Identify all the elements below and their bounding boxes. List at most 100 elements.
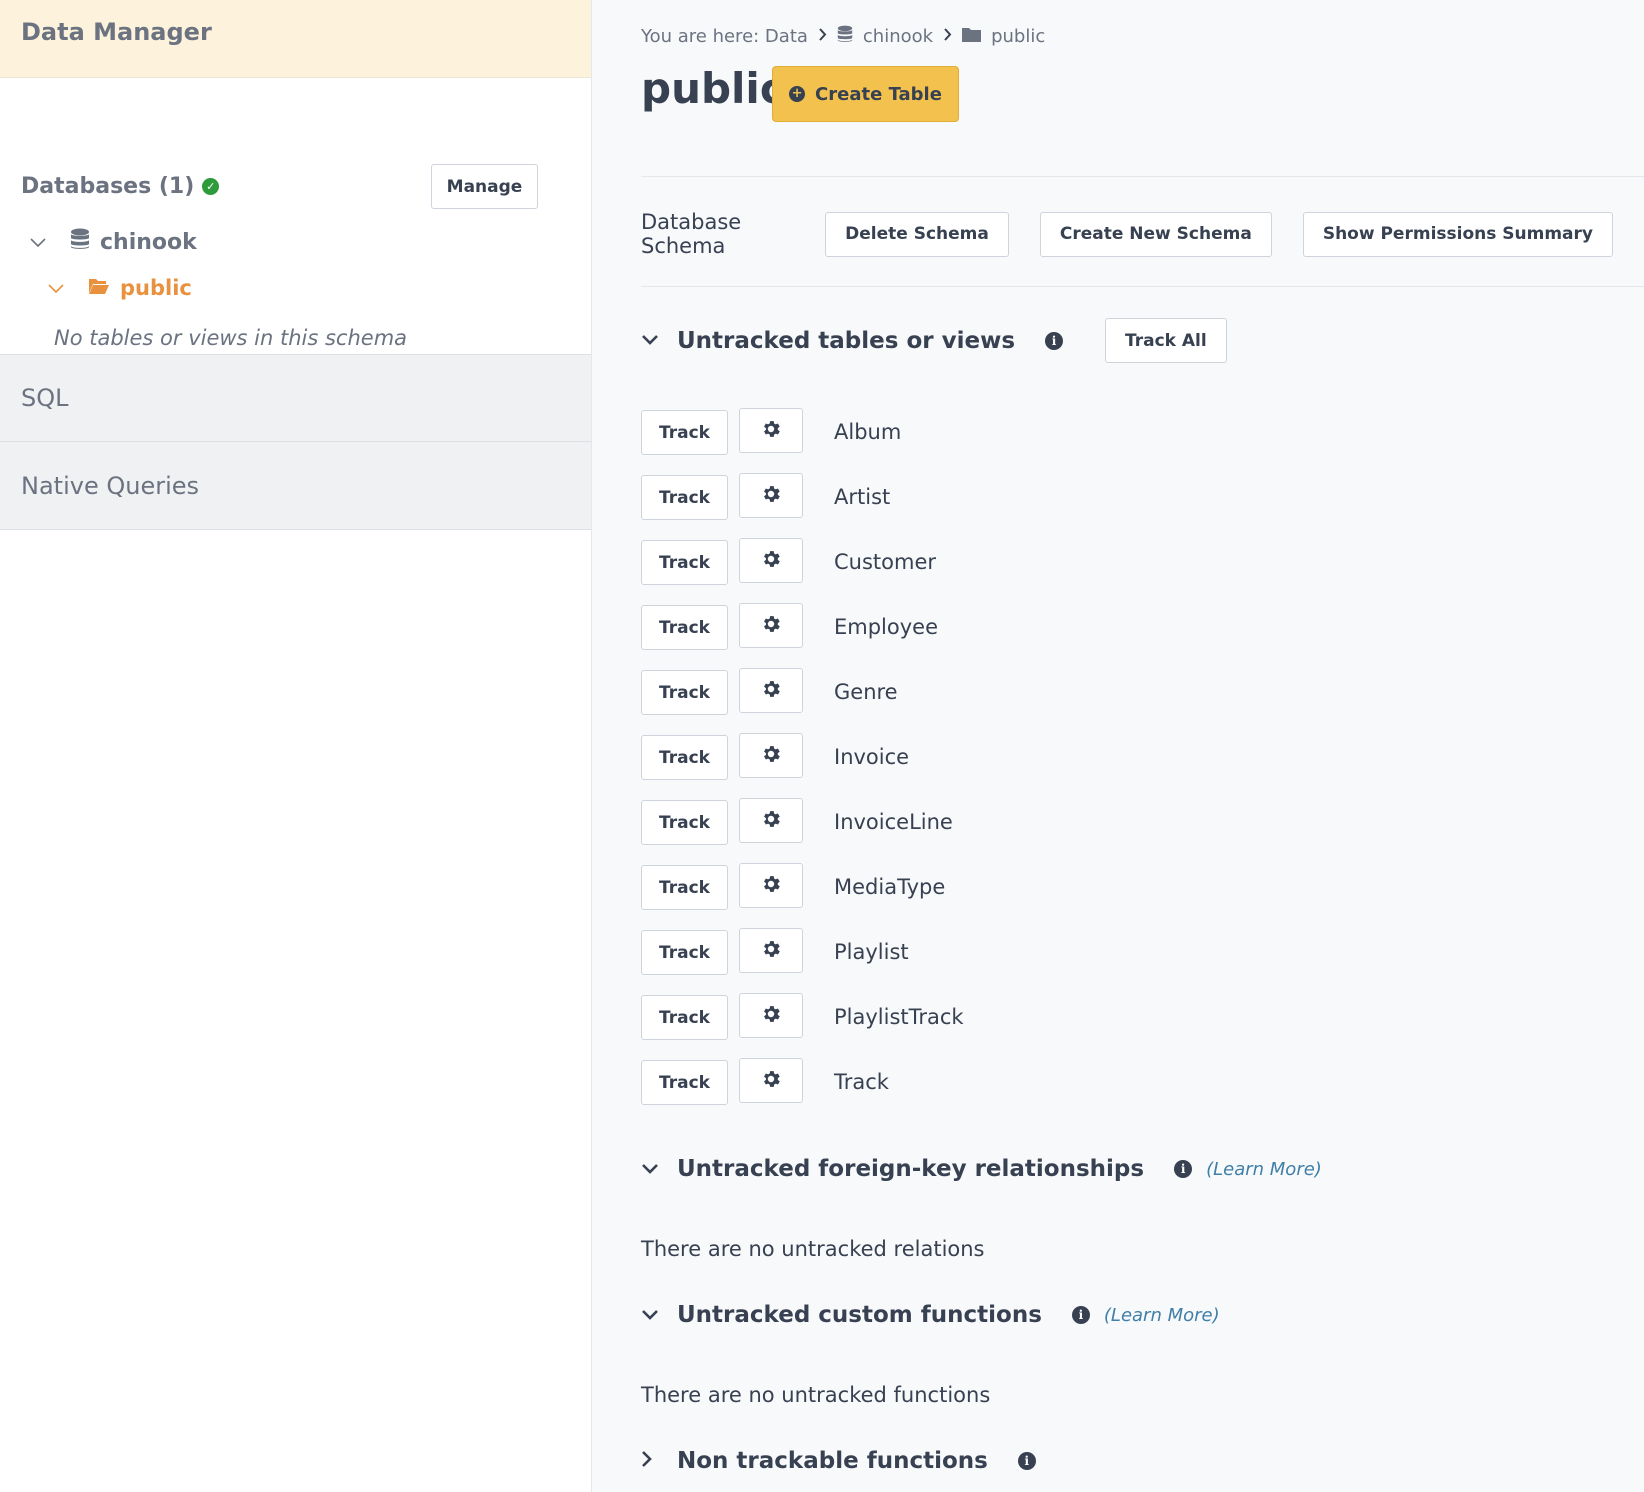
track-button[interactable]: Track bbox=[641, 735, 728, 780]
learn-more-link[interactable]: (Learn More) bbox=[1104, 1305, 1220, 1326]
track-button[interactable]: Track bbox=[641, 475, 728, 520]
table-name: Album bbox=[834, 420, 902, 444]
table-name: PlaylistTrack bbox=[834, 1005, 964, 1029]
chevron-down-icon[interactable] bbox=[641, 1305, 677, 1326]
plus-circle-icon: + bbox=[789, 86, 806, 102]
track-all-button[interactable]: Track All bbox=[1105, 318, 1227, 363]
table-row: Track Artist bbox=[641, 473, 964, 538]
track-button[interactable]: Track bbox=[641, 800, 728, 845]
gear-icon bbox=[760, 938, 782, 964]
table-row: Track Playlist bbox=[641, 928, 964, 993]
breadcrumb-data[interactable]: You are here: Data bbox=[641, 26, 808, 47]
database-icon bbox=[70, 228, 90, 256]
table-row: Track MediaType bbox=[641, 863, 964, 928]
delete-schema-button[interactable]: Delete Schema bbox=[825, 211, 1009, 257]
track-button[interactable]: Track bbox=[641, 930, 728, 975]
sidebar-native-queries[interactable]: Native Queries bbox=[0, 442, 591, 530]
table-name: MediaType bbox=[834, 875, 946, 899]
check-circle-icon: ✓ bbox=[202, 178, 220, 195]
gear-icon bbox=[760, 1068, 782, 1094]
create-new-schema-button[interactable]: Create New Schema bbox=[1039, 211, 1272, 257]
no-untracked-functions-message: There are no untracked functions bbox=[641, 1383, 991, 1407]
chevron-right-icon[interactable] bbox=[641, 1450, 677, 1473]
table-settings-button[interactable] bbox=[739, 668, 803, 713]
chevron-down-icon[interactable] bbox=[48, 278, 78, 299]
table-name: Employee bbox=[834, 615, 939, 639]
no-untracked-relations-message: There are no untracked relations bbox=[641, 1237, 985, 1261]
sidebar-sql[interactable]: SQL bbox=[0, 354, 591, 442]
breadcrumb: You are here: Data chinook public bbox=[641, 25, 1045, 48]
info-icon[interactable]: i bbox=[1174, 1160, 1193, 1178]
manage-button[interactable]: Manage bbox=[431, 164, 538, 209]
table-row: Track Customer bbox=[641, 538, 964, 603]
chevron-right-icon bbox=[818, 28, 827, 45]
untracked-tables-header: Untracked tables or views i Track All bbox=[641, 318, 1227, 363]
sidebar-title: Data Manager bbox=[21, 18, 212, 46]
table-settings-button[interactable] bbox=[739, 928, 803, 973]
track-button[interactable]: Track bbox=[641, 410, 728, 455]
gear-icon bbox=[760, 548, 782, 574]
breadcrumb-schema: public bbox=[991, 26, 1046, 47]
gear-icon bbox=[760, 1003, 782, 1029]
table-name: Playlist bbox=[834, 940, 909, 964]
track-button[interactable]: Track bbox=[641, 605, 728, 650]
non-trackable-functions-title[interactable]: Non trackable functions bbox=[677, 1448, 988, 1474]
track-button[interactable]: Track bbox=[641, 670, 728, 715]
empty-schema-note: No tables or views in this schema bbox=[54, 326, 408, 350]
chevron-down-icon[interactable] bbox=[641, 1159, 677, 1180]
breadcrumb-database[interactable]: chinook bbox=[863, 26, 933, 47]
track-button[interactable]: Track bbox=[641, 1060, 728, 1105]
table-name: Customer bbox=[834, 550, 937, 574]
table-settings-button[interactable] bbox=[739, 603, 803, 648]
table-settings-button[interactable] bbox=[739, 798, 803, 843]
table-settings-button[interactable] bbox=[739, 733, 803, 778]
table-row: Track Invoice bbox=[641, 733, 964, 798]
table-settings-button[interactable] bbox=[739, 408, 803, 453]
untracked-tables-list: Track Album Track Artist Track Customer Track E… bbox=[641, 408, 964, 1123]
table-settings-button[interactable] bbox=[739, 1058, 803, 1103]
table-name: Genre bbox=[834, 680, 898, 704]
chevron-down-icon[interactable] bbox=[641, 330, 677, 351]
untracked-tables-title[interactable]: Untracked tables or views bbox=[677, 328, 1015, 354]
database-schema-label: Database Schema bbox=[641, 210, 742, 258]
gear-icon bbox=[760, 743, 782, 769]
tree-item-database[interactable]: chinook bbox=[30, 228, 197, 256]
sidebar-header: Data Manager bbox=[0, 0, 591, 78]
info-icon[interactable]: i bbox=[1017, 1452, 1036, 1470]
table-settings-button[interactable] bbox=[739, 473, 803, 518]
divider bbox=[641, 286, 1644, 287]
track-button[interactable]: Track bbox=[641, 995, 728, 1040]
sidebar: Data Manager Databases (1) ✓ Manage chin… bbox=[0, 0, 592, 1492]
divider bbox=[641, 176, 1644, 177]
untracked-relationships-title[interactable]: Untracked foreign-key relationships bbox=[677, 1156, 1144, 1182]
table-settings-button[interactable] bbox=[739, 538, 803, 583]
create-table-button[interactable]: + Create Table bbox=[772, 66, 959, 122]
untracked-functions-title[interactable]: Untracked custom functions bbox=[677, 1302, 1042, 1328]
table-settings-button[interactable] bbox=[739, 993, 803, 1038]
gear-icon bbox=[760, 873, 782, 899]
info-icon[interactable]: i bbox=[1071, 1306, 1090, 1324]
databases-section: Databases (1) ✓ Manage chinook public No… bbox=[0, 78, 591, 354]
schema-name: public bbox=[120, 276, 192, 300]
gear-icon bbox=[760, 418, 782, 444]
table-row: Track InvoiceLine bbox=[641, 798, 964, 863]
learn-more-link[interactable]: (Learn More) bbox=[1206, 1159, 1322, 1180]
table-row: Track Album bbox=[641, 408, 964, 473]
databases-heading: Databases (1) ✓ bbox=[21, 174, 220, 199]
table-row: Track Genre bbox=[641, 668, 964, 733]
table-name: Track bbox=[834, 1070, 889, 1094]
folder-icon bbox=[962, 26, 982, 47]
tree-item-schema[interactable]: public bbox=[48, 276, 192, 300]
info-icon[interactable]: i bbox=[1045, 331, 1064, 350]
table-settings-button[interactable] bbox=[739, 863, 803, 908]
chevron-right-icon bbox=[943, 28, 952, 45]
untracked-functions-header: Untracked custom functions i (Learn More… bbox=[641, 1302, 1220, 1328]
track-button[interactable]: Track bbox=[641, 865, 728, 910]
show-permissions-summary-button[interactable]: Show Permissions Summary bbox=[1302, 211, 1613, 257]
table-row: Track Employee bbox=[641, 603, 964, 668]
table-name: Artist bbox=[834, 485, 891, 509]
chevron-down-icon[interactable] bbox=[30, 232, 60, 253]
track-button[interactable]: Track bbox=[641, 540, 728, 585]
table-name: InvoiceLine bbox=[834, 810, 953, 834]
database-icon bbox=[837, 25, 853, 48]
